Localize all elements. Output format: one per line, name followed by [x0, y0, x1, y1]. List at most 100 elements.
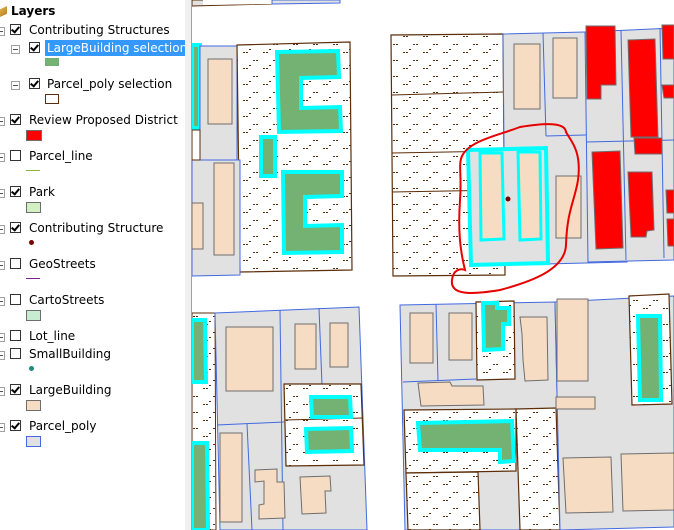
layer-visibility-checkbox[interactable]: [10, 150, 21, 161]
map-view[interactable]: [192, 0, 674, 530]
toc-layer-item[interactable]: Parcel_line: [0, 148, 185, 171]
expand-collapse-icon[interactable]: [0, 423, 5, 432]
layer-label[interactable]: Contributing Structure: [27, 220, 165, 236]
building: [620, 452, 674, 512]
selected-building: [308, 395, 354, 419]
expand-collapse-icon[interactable]: [0, 333, 5, 342]
toc-layer-item[interactable]: GeoStreets: [0, 256, 185, 279]
building: [409, 312, 434, 364]
layer-visibility-checkbox[interactable]: [10, 24, 21, 35]
tan-fill-swatch-icon: [26, 400, 41, 411]
expand-collapse-icon[interactable]: [0, 351, 5, 360]
layers-icon: [0, 6, 7, 17]
mint-fill-swatch-icon: [26, 310, 41, 321]
selected-building: [192, 43, 202, 130]
parcel: [271, 0, 341, 5]
toc-layer-item[interactable]: LargeBuilding: [0, 382, 185, 411]
light-green-fill-swatch-icon: [26, 202, 41, 213]
gray-fill-swatch-icon: [26, 436, 41, 447]
toc-layer-item[interactable]: Park: [0, 184, 185, 213]
selected-building: [259, 135, 277, 178]
district-building: [591, 150, 624, 250]
contributing-structure-point: [505, 196, 511, 202]
parcel: [515, 407, 561, 530]
toc-layer-item[interactable]: Contributing Structure: [0, 220, 185, 245]
block-lower-right: [554, 293, 674, 530]
layer-visibility-checkbox[interactable]: [29, 42, 40, 53]
block-lower-left: [192, 306, 368, 530]
layer-label[interactable]: SmallBuilding: [27, 346, 113, 362]
layer-visibility-checkbox[interactable]: [10, 114, 21, 125]
layer-label[interactable]: Park: [27, 184, 57, 200]
block-lower-middle: [399, 300, 561, 530]
selected-building: [192, 318, 209, 384]
expand-collapse-icon[interactable]: [0, 297, 5, 306]
panel-splitter[interactable]: [185, 0, 192, 530]
building: [294, 323, 317, 370]
toc-layer-item[interactable]: Review Proposed District: [0, 112, 185, 141]
layer-visibility-checkbox[interactable]: [10, 420, 21, 431]
district-building: [666, 218, 674, 247]
building: [562, 456, 614, 514]
layer-visibility-checkbox[interactable]: [10, 186, 21, 197]
layer-label[interactable]: Review Proposed District: [27, 112, 180, 128]
expand-collapse-icon[interactable]: [0, 225, 5, 234]
expand-collapse-icon[interactable]: [11, 45, 20, 54]
building: [213, 162, 235, 256]
layer-label[interactable]: LargeBuilding selection: [45, 40, 185, 56]
selected-building: [303, 425, 355, 455]
toc-layer-item[interactable]: Contributing Structures: [0, 22, 185, 40]
map-canvas[interactable]: [192, 0, 674, 530]
layer-label[interactable]: LargeBuilding: [27, 382, 113, 398]
building: [219, 432, 243, 523]
purple-line-swatch-icon: [26, 278, 40, 279]
layer-visibility-checkbox[interactable]: [10, 348, 21, 359]
selected-building: [192, 441, 211, 530]
layer-label[interactable]: CartoStreets: [27, 292, 106, 308]
teal-point-icon: [29, 366, 34, 371]
layer-visibility-checkbox[interactable]: [10, 330, 21, 341]
layer-visibility-checkbox[interactable]: [10, 294, 21, 305]
layer-label[interactable]: Parcel_poly selection: [45, 76, 174, 92]
green-line-swatch-icon: [26, 170, 40, 171]
table-of-contents-panel: Layers Contributing Structures LargeBuild…: [0, 0, 186, 530]
expand-collapse-icon[interactable]: [0, 153, 5, 162]
selected-building: [635, 314, 664, 402]
toc-layer-item[interactable]: CartoStreets: [0, 292, 185, 321]
expand-collapse-icon[interactable]: [11, 81, 20, 90]
building: [448, 312, 473, 361]
district-building: [627, 171, 655, 238]
building: [207, 58, 233, 125]
layer-label[interactable]: Parcel_poly: [27, 418, 98, 434]
toc-layer-item[interactable]: SmallBuilding: [0, 346, 185, 371]
layer-visibility-checkbox[interactable]: [29, 78, 40, 89]
toc-layer-item[interactable]: LargeBuilding selection: [0, 40, 185, 66]
layer-visibility-checkbox[interactable]: [10, 384, 21, 395]
expand-collapse-icon[interactable]: [0, 117, 5, 126]
toc-layer-item[interactable]: Parcel_poly selection: [0, 76, 185, 104]
building: [329, 322, 349, 368]
layer-label[interactable]: Lot_line: [27, 328, 77, 344]
layer-label[interactable]: Contributing Structures: [27, 22, 172, 38]
layer-visibility-checkbox[interactable]: [10, 222, 21, 233]
expand-collapse-icon[interactable]: [0, 27, 5, 36]
building: [519, 316, 549, 382]
district-building: [661, 24, 674, 60]
dark-red-point-icon: [29, 240, 34, 245]
expand-collapse-icon[interactable]: [0, 387, 5, 396]
toc-layer-item[interactable]: Lot_line: [0, 328, 185, 346]
green-fill-swatch-icon: [45, 58, 59, 66]
layer-label[interactable]: Parcel_line: [27, 148, 95, 164]
selected-building: [478, 151, 506, 242]
toc-layer-item[interactable]: Parcel_poly: [0, 418, 185, 447]
district-building: [627, 38, 659, 138]
building: [225, 326, 274, 392]
expand-collapse-icon[interactable]: [0, 189, 5, 198]
building: [552, 37, 578, 99]
review-district: [584, 24, 674, 263]
building: [556, 298, 589, 382]
layer-label[interactable]: GeoStreets: [27, 256, 98, 272]
expand-collapse-icon[interactable]: [0, 261, 5, 270]
parcel-group-top: [192, 0, 341, 7]
layer-visibility-checkbox[interactable]: [10, 258, 21, 269]
